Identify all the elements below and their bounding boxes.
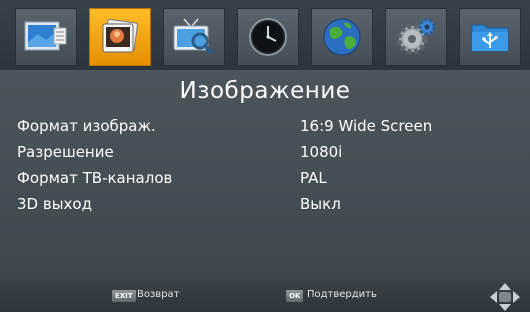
tab-image[interactable] [89,8,151,66]
navigation-arrows-icon [490,283,520,311]
tab-time[interactable] [237,8,299,66]
gear-icon [396,18,436,55]
tab-channel-search[interactable] [163,8,225,66]
setting-row-3d-output[interactable]: 3D выход Выкл [17,195,517,221]
confirm-hint: Подтвердить [307,289,377,300]
tab-picture-settings[interactable] [15,8,77,66]
setting-value: 1080i [300,143,343,161]
setting-row-resolution[interactable]: Разрешение 1080i [17,143,517,169]
back-hint: Возврат [137,289,180,300]
ok-key-icon: OK [286,290,304,302]
menu-tab-bar [0,0,530,70]
setting-row-aspect-ratio[interactable]: Формат изображ. 16:9 Wide Screen [17,117,517,143]
setting-row-tv-format[interactable]: Формат ТВ-каналов PAL [17,169,517,195]
globe-icon [323,18,361,56]
help-bar: EXIT Возврат OK Подтвердить [0,280,530,312]
image-icon [102,18,139,53]
tab-language[interactable] [311,8,373,66]
setting-label: 3D выход [17,195,92,213]
setting-value: Выкл [300,195,341,213]
exit-key-icon: EXIT [112,290,136,302]
setting-value: PAL [300,169,327,187]
tab-system[interactable] [385,8,447,66]
picture-frame-icon [24,21,67,51]
tab-usb[interactable] [459,8,521,66]
settings-screen: Изображение Формат изображ. 16:9 Wide Sc… [0,0,530,312]
usb-folder-icon [471,24,509,52]
tv-search-icon [173,18,214,55]
setting-label: Формат ТВ-каналов [17,169,173,187]
setting-label: Разрешение [17,143,114,161]
setting-value: 16:9 Wide Screen [300,117,433,135]
page-title: Изображение [179,78,351,104]
setting-label: Формат изображ. [17,117,156,135]
clock-icon [249,18,287,56]
